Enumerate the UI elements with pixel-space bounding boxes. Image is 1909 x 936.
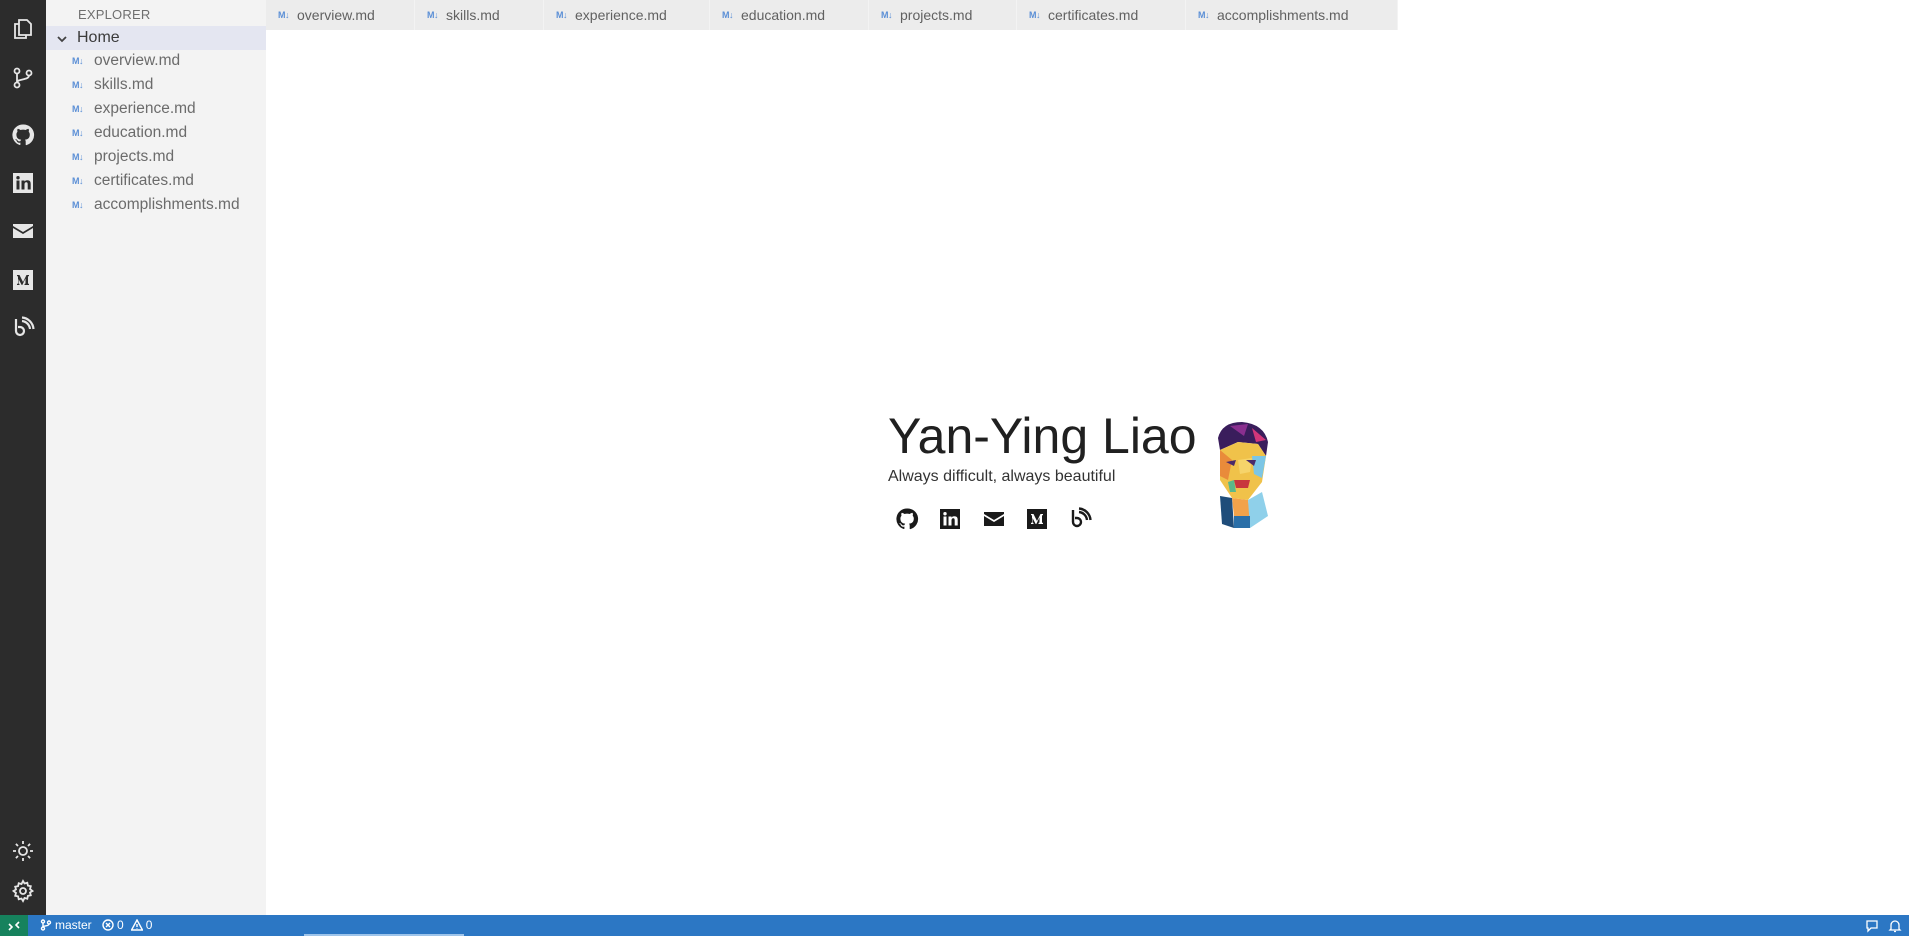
- medium-icon[interactable]: [8, 265, 38, 295]
- markdown-icon: M↓: [881, 10, 893, 20]
- file-certificates[interactable]: M↓ certificates.md: [46, 169, 266, 193]
- feedback-icon[interactable]: [1865, 919, 1879, 933]
- warning-count: 0: [145, 918, 153, 932]
- file-label: overview.md: [94, 52, 181, 69]
- activity-bar: [0, 0, 46, 915]
- bell-icon[interactable]: [1888, 919, 1902, 933]
- status-bar: master 0 0: [0, 915, 1909, 936]
- chevron-down-icon: [56, 32, 68, 44]
- tab-skills[interactable]: M↓ skills.md: [415, 0, 544, 30]
- error-icon: [102, 919, 114, 931]
- tab-accomplishments[interactable]: M↓ accomplishments.md: [1186, 0, 1398, 30]
- file-education[interactable]: M↓ education.md: [46, 121, 266, 145]
- tab-label: projects.md: [900, 7, 973, 23]
- mail-icon[interactable]: [980, 505, 1008, 533]
- tab-label: accomplishments.md: [1217, 7, 1349, 23]
- file-label: accomplishments.md: [94, 196, 240, 213]
- remote-icon: [8, 920, 20, 931]
- tab-label: skills.md: [446, 7, 500, 23]
- error-count: 0: [117, 918, 124, 932]
- markdown-icon: M↓: [556, 10, 568, 20]
- file-experience[interactable]: M↓ experience.md: [46, 97, 266, 121]
- github-icon[interactable]: [893, 505, 921, 533]
- file-accomplishments[interactable]: M↓ accomplishments.md: [46, 193, 266, 217]
- file-overview[interactable]: M↓ overview.md: [46, 49, 266, 73]
- tab-projects[interactable]: M↓ projects.md: [869, 0, 1017, 30]
- file-label: education.md: [94, 124, 188, 141]
- linkedin-icon[interactable]: [936, 505, 964, 533]
- problems-indicator[interactable]: 0 0: [102, 918, 152, 932]
- markdown-icon: M↓: [72, 176, 84, 186]
- tab-certificates[interactable]: M↓ certificates.md: [1017, 0, 1186, 30]
- markdown-icon: M↓: [72, 80, 84, 90]
- file-label: skills.md: [94, 76, 154, 93]
- tab-education[interactable]: M↓ education.md: [710, 0, 869, 30]
- file-label: experience.md: [94, 100, 196, 117]
- linkedin-icon[interactable]: [8, 168, 38, 198]
- mail-icon[interactable]: [8, 216, 38, 246]
- branch-indicator[interactable]: master: [40, 918, 92, 932]
- warning-icon: [130, 919, 143, 931]
- tab-label: education.md: [741, 7, 826, 23]
- markdown-icon: M↓: [427, 10, 439, 20]
- app-window: EXPLORER Home M↓ overview.md M↓ skills.m…: [0, 0, 1909, 936]
- explorer-title: EXPLORER: [78, 7, 151, 22]
- file-label: projects.md: [94, 148, 175, 165]
- avatar: [1218, 422, 1268, 528]
- medium-icon[interactable]: [1023, 505, 1051, 533]
- markdown-icon: M↓: [72, 56, 84, 66]
- profile-tagline: Always difficult, always beautiful: [888, 468, 1116, 485]
- markdown-icon: M↓: [722, 10, 734, 20]
- tab-overview[interactable]: M↓ overview.md: [266, 0, 415, 30]
- blog-icon[interactable]: [1066, 505, 1094, 533]
- markdown-icon: M↓: [72, 200, 84, 210]
- file-projects[interactable]: M↓ projects.md: [46, 145, 266, 169]
- settings-icon[interactable]: [8, 876, 38, 906]
- markdown-icon: M↓: [278, 10, 290, 20]
- markdown-icon: M↓: [1029, 10, 1041, 20]
- theme-icon[interactable]: [8, 836, 38, 866]
- markdown-icon: M↓: [72, 152, 84, 162]
- folder-home[interactable]: Home: [46, 26, 266, 50]
- markdown-icon: M↓: [1198, 10, 1210, 20]
- profile-name: Yan-Ying Liao: [888, 408, 1197, 464]
- branch-icon: [40, 919, 52, 931]
- tab-label: overview.md: [297, 7, 375, 23]
- tab-label: experience.md: [575, 7, 667, 23]
- explorer-icon[interactable]: [8, 14, 38, 44]
- source-control-icon[interactable]: [8, 63, 38, 93]
- branch-name: master: [55, 918, 92, 932]
- file-label: certificates.md: [94, 172, 194, 189]
- file-skills[interactable]: M↓ skills.md: [46, 73, 266, 97]
- tab-label: certificates.md: [1048, 7, 1139, 23]
- tab-experience[interactable]: M↓ experience.md: [544, 0, 710, 30]
- github-icon[interactable]: [8, 120, 38, 150]
- folder-label: Home: [77, 29, 120, 46]
- remote-indicator[interactable]: [0, 915, 28, 936]
- markdown-icon: M↓: [72, 104, 84, 114]
- markdown-icon: M↓: [72, 128, 84, 138]
- editor-tabs: M↓ overview.md M↓ skills.md M↓ experienc…: [266, 0, 1398, 30]
- blog-icon[interactable]: [8, 313, 38, 343]
- explorer-sidebar: EXPLORER Home M↓ overview.md M↓ skills.m…: [46, 0, 266, 915]
